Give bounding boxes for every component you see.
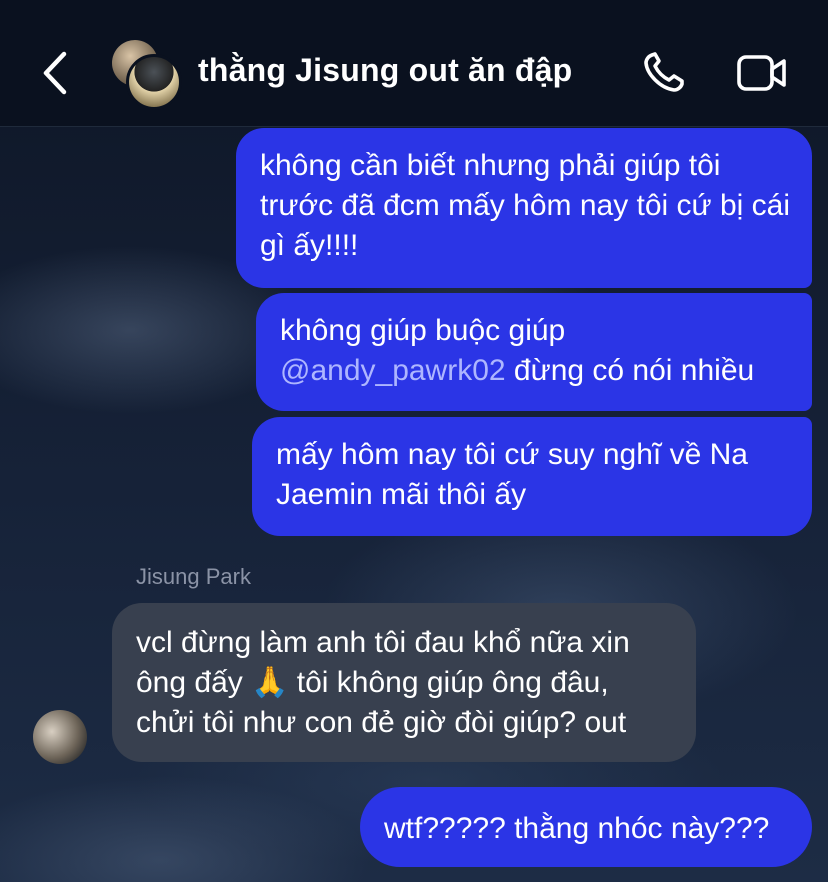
message-bubble-outgoing[interactable]: wtf????? thằng nhóc này??? xyxy=(360,787,812,867)
audio-call-button[interactable] xyxy=(640,50,688,96)
group-avatar[interactable] xyxy=(112,40,182,110)
message-text: đừng có nói nhiều xyxy=(505,354,755,387)
call-icon xyxy=(644,52,684,92)
avatar[interactable] xyxy=(33,710,87,764)
avatar xyxy=(126,54,182,110)
video-call-button[interactable] xyxy=(736,52,788,94)
message-bubble-incoming[interactable]: vcl đừng làm anh tôi đau khổ nữa xin ông… xyxy=(112,603,696,762)
chat-title[interactable]: thằng Jisung out ăn đập xyxy=(198,52,572,89)
message-bubble-outgoing[interactable]: không giúp buộc giúp @andy_pawrk02 đừng … xyxy=(256,293,812,411)
message-bubble-outgoing[interactable]: mấy hôm nay tôi cứ suy nghĩ về Na Jaemin… xyxy=(252,417,812,536)
chat-header: thằng Jisung out ăn đập xyxy=(0,0,828,127)
video-call-icon xyxy=(737,55,786,91)
sender-name: Jisung Park xyxy=(136,564,251,589)
user-mention-link[interactable]: @andy_pawrk02 xyxy=(280,354,506,387)
message-text: không giúp buộc giúp xyxy=(280,314,566,347)
back-button[interactable] xyxy=(38,50,72,96)
back-chevron-icon xyxy=(43,51,67,95)
message-bubble-outgoing[interactable]: không cần biết nhưng phải giúp tôi trước… xyxy=(236,128,812,288)
